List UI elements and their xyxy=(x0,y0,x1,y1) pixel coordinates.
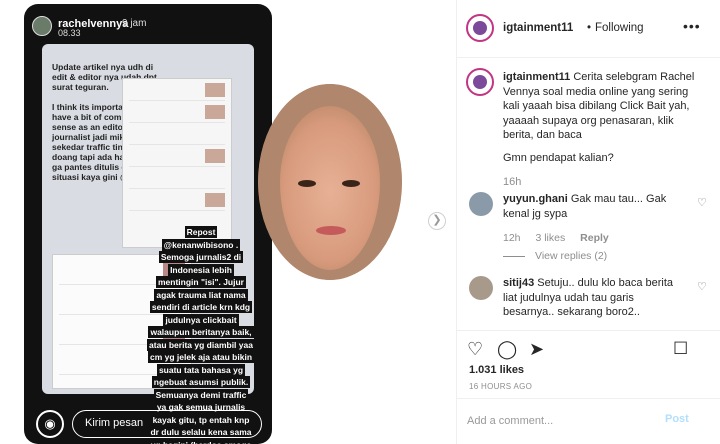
repost-line: walaupun beritanya baik, xyxy=(148,326,254,338)
caption-question: Gmn pendapat kalian? xyxy=(503,152,614,164)
comment-text: sitij43 Setuju.. dulu klo baca berita li… xyxy=(503,276,673,320)
comment-username[interactable]: yuyun.ghani xyxy=(503,193,568,205)
post-author-username[interactable]: igtainment11 xyxy=(503,22,573,34)
heart-icon[interactable]: ♡ xyxy=(697,280,707,293)
avatar[interactable] xyxy=(469,276,493,300)
repost-line: Semuanya demi traffic xyxy=(153,388,249,401)
caption-text: igtainment11 Cerita selebgram Rachel Ven… xyxy=(503,70,703,143)
action-bar: ♡ ◯ ➤ ☐ xyxy=(457,330,720,366)
bookmark-icon[interactable]: ☐ xyxy=(673,339,688,359)
comment-likes[interactable]: 3 likes xyxy=(535,232,565,244)
heart-icon[interactable]: ♡ xyxy=(697,196,707,209)
repost-line: suatu tata bahasa yg xyxy=(156,363,246,376)
story-footer: ◉ Kirim pesan xyxy=(24,400,272,444)
comment-username[interactable]: sitij43 xyxy=(503,277,534,289)
instagram-post-modal: rachelvennya 9 jam 08.33 Update artikel … xyxy=(0,0,720,444)
separator-dot: • xyxy=(587,22,592,34)
story-avatar xyxy=(32,16,52,36)
left-eye xyxy=(298,180,316,187)
comment-time[interactable]: 12h xyxy=(503,232,521,244)
avatar[interactable] xyxy=(466,68,494,96)
repost-line: cm yg jelek aja atau bikin xyxy=(147,351,255,363)
repost-line: agak trauma liat nama xyxy=(154,288,248,301)
avatar[interactable] xyxy=(469,192,493,216)
embedded-search-screenshot xyxy=(122,78,232,248)
heart-icon[interactable]: ♡ xyxy=(467,339,483,360)
post-side-panel: igtainment11 • Following ••• igtainment1… xyxy=(456,0,720,444)
share-icon[interactable]: ➤ xyxy=(529,339,544,360)
repost-line: mentingin "isi". Jujur xyxy=(156,276,246,288)
comment-text: yuyun.ghani Gak mau tau... Gak kenal jg … xyxy=(503,192,673,221)
lips xyxy=(316,226,346,235)
story-time-ago: 9 jam xyxy=(122,18,147,29)
post-media: rachelvennya 9 jam 08.33 Update artikel … xyxy=(0,0,456,444)
view-replies-label[interactable]: View replies (2) xyxy=(535,250,607,262)
story-status-time: 08.33 xyxy=(58,28,81,38)
likes-count[interactable]: 1.031 likes xyxy=(469,364,524,376)
repost-line: Semoga jurnalis2 di xyxy=(158,251,244,263)
face-photo xyxy=(258,84,402,280)
post-button[interactable]: Post xyxy=(665,413,689,425)
repost-line: Indonesia lebih xyxy=(168,263,234,276)
camera-icon[interactable]: ◉ xyxy=(36,410,64,438)
following-button[interactable]: Following xyxy=(595,22,644,34)
post-header: igtainment11 • Following ••• xyxy=(457,0,720,58)
caption-username[interactable]: igtainment11 xyxy=(503,71,570,83)
more-options-icon[interactable]: ••• xyxy=(683,18,701,34)
repost-line: @kenanwibisono . xyxy=(161,238,241,251)
avatar[interactable] xyxy=(466,14,494,42)
repost-line: ngebuat asumsi publik. xyxy=(151,376,251,388)
repost-line: atau berita yg diambil yaa xyxy=(147,338,255,351)
reply-button[interactable]: Reply xyxy=(580,232,609,244)
hijab-shape xyxy=(258,84,402,280)
comment-icon[interactable]: ◯ xyxy=(497,339,517,360)
comments-section: igtainment11 Cerita selebgram Rachel Ven… xyxy=(457,58,720,326)
post-time-ago[interactable]: 16 HOURS AGO xyxy=(469,382,532,391)
repost-line: sendiri di article krn kdg xyxy=(149,301,253,313)
caption-time[interactable]: 16h xyxy=(503,176,521,188)
comment-meta: 12h 3 likes Reply xyxy=(503,232,621,244)
add-comment-bar: Post xyxy=(457,398,720,444)
send-message-field[interactable]: Kirim pesan xyxy=(72,410,262,438)
story-header: rachelvennya 9 jam 08.33 xyxy=(24,4,272,44)
story-screenshot: rachelvennya 9 jam 08.33 Update artikel … xyxy=(24,4,272,444)
chevron-right-icon[interactable]: ❯ xyxy=(428,212,446,230)
right-eye xyxy=(342,180,360,187)
view-replies[interactable]: View replies (2) xyxy=(503,250,607,262)
repost-line: judulnya clickbait xyxy=(163,313,239,326)
add-comment-input[interactable] xyxy=(467,411,657,431)
repost-line: Repost xyxy=(184,226,218,238)
